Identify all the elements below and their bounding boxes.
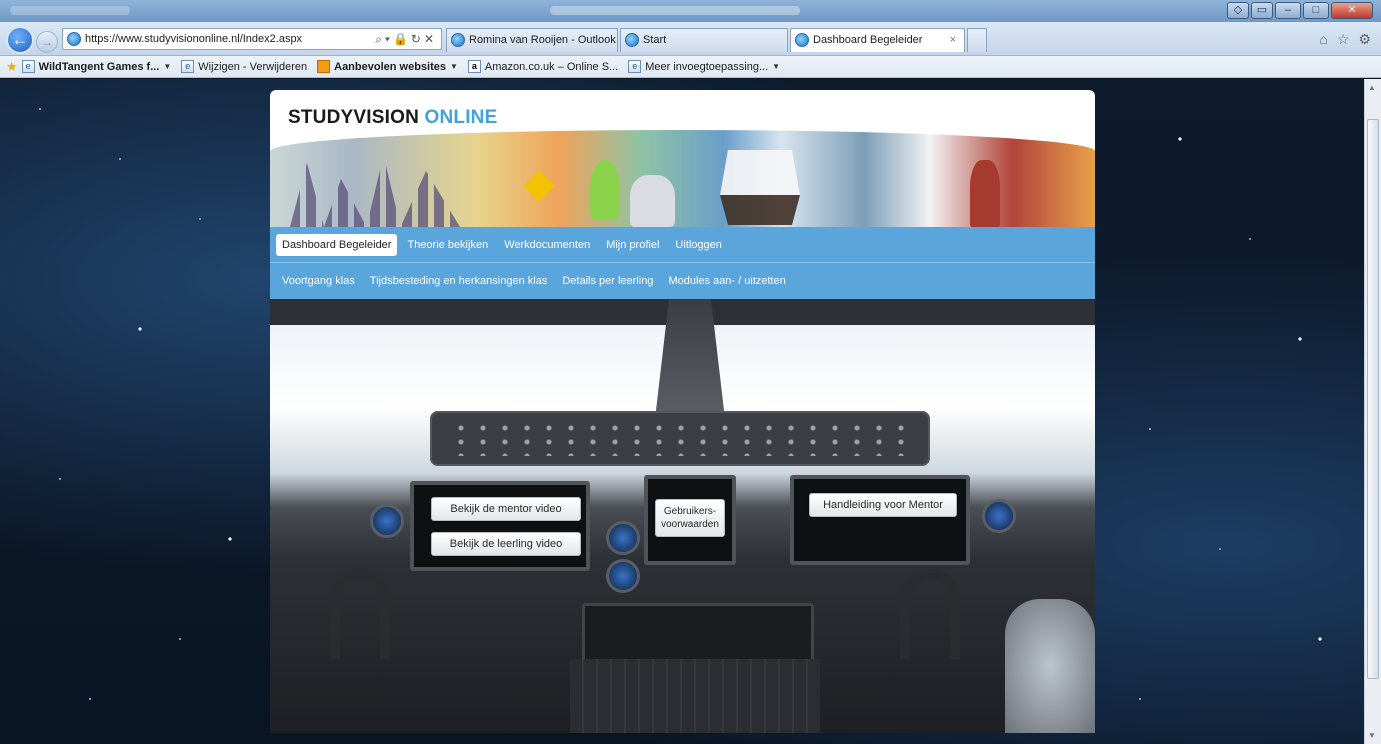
tab-outlook[interactable]: Romina van Rooijen - Outlook ...: [446, 28, 618, 52]
home-icon[interactable]: ⌂: [1319, 31, 1327, 48]
tab-title: Dashboard Begeleider: [813, 34, 923, 46]
window-titlebar: ◇ ▭ – □ ✕: [0, 0, 1381, 22]
favorites-star-icon[interactable]: ☆: [1337, 31, 1350, 48]
address-tools[interactable]: ⌕▾🔒↻✕: [375, 29, 437, 49]
scroll-up-arrow-icon[interactable]: ▲: [1368, 83, 1376, 92]
tab-title: Romina van Rooijen - Outlook ...: [469, 34, 618, 46]
fav-label: Wijzigen - Verwijderen: [198, 60, 308, 73]
fav-label: Aanbevolen websites: [334, 60, 446, 73]
nav-werkdocumenten[interactable]: Werkdocumenten: [498, 234, 596, 256]
pilot-seat: [1005, 599, 1095, 733]
right-yoke: [900, 569, 960, 659]
favorites-bar: ★ e WildTangent Games f... ▼ e Wijzigen …: [0, 56, 1381, 78]
tab-start[interactable]: Start: [620, 28, 788, 52]
browser-navigation-bar: ← → https://www.studyvisiononline.nl/Ind…: [0, 22, 1381, 56]
nav-theorie-bekijken[interactable]: Theorie bekijken: [401, 234, 494, 256]
left-gauge-icon: [370, 504, 404, 538]
ie-page-icon: [625, 33, 639, 47]
favorites-add-icon[interactable]: ★: [6, 59, 18, 75]
leerling-video-button[interactable]: Bekijk de leerling video: [431, 532, 581, 556]
handleiding-mentor-button[interactable]: Handleiding voor Mentor: [809, 493, 957, 517]
sailing-ship-graphic: [720, 150, 800, 225]
alien-graphic: [590, 160, 620, 220]
header-banner-image: [270, 130, 1095, 227]
left-yoke: [330, 569, 390, 659]
new-tab-button[interactable]: [967, 28, 987, 52]
tab-title: Start: [643, 34, 667, 46]
nav-dashboard-begeleider[interactable]: Dashboard Begeleider: [276, 233, 398, 256]
altimeter-gauge-icon: [606, 559, 640, 593]
window-controls: ◇ ▭ – □ ✕: [1227, 2, 1373, 19]
fav-wildtangent[interactable]: e WildTangent Games f... ▼: [21, 60, 172, 73]
left-display-screen: [410, 481, 590, 571]
secondary-navigation: Voortgang klas Tijdsbesteding en herkans…: [270, 263, 1095, 299]
ie-page-icon: [795, 33, 809, 47]
page-icon: e: [628, 60, 642, 73]
logo-main: STUDYVISION: [288, 107, 419, 128]
nav-modules-aan-uit[interactable]: Modules aan- / uitzetten: [662, 270, 791, 292]
suggested-sites-icon: [317, 60, 331, 73]
nav-tijdsbesteding[interactable]: Tijdsbesteding en herkansingen klas: [364, 270, 554, 292]
nav-voortgang-klas[interactable]: Voortgang klas: [276, 270, 361, 292]
right-display-screen: [790, 475, 970, 565]
chevron-down-icon: ▼: [772, 62, 781, 71]
back-arrow-icon[interactable]: ←: [6, 26, 34, 54]
amazon-icon: a: [467, 60, 481, 73]
lower-center-screen: [582, 603, 814, 663]
page-icon: e: [21, 60, 35, 73]
mentor-video-button[interactable]: Bekijk de mentor video: [431, 497, 581, 521]
throttle-console: [570, 659, 820, 733]
fav-label: Meer invoegtoepassing...: [645, 60, 769, 73]
nav-uitloggen[interactable]: Uitloggen: [669, 234, 727, 256]
page-viewport: STUDYVISION ONLINE Dashboard Begeleider …: [0, 79, 1364, 744]
minimize-button[interactable]: –: [1275, 2, 1301, 19]
cockpit-image: Bekijk de mentor video Bekijk de leerlin…: [270, 299, 1095, 733]
attitude-gauge-icon: [606, 521, 640, 555]
fav-meer[interactable]: e Meer invoegtoepassing... ▼: [628, 60, 780, 73]
robot-graphic: [630, 175, 675, 227]
chevron-down-icon: ▼: [450, 62, 458, 71]
gear-icon[interactable]: ⚙: [1358, 31, 1371, 48]
close-button[interactable]: ✕: [1331, 2, 1373, 19]
window-title: [550, 6, 800, 15]
tab-close-icon[interactable]: ×: [950, 29, 956, 51]
fav-aanbevolen[interactable]: Aanbevolen websites ▼: [317, 60, 458, 73]
fav-label: Amazon.co.uk – Online S...: [484, 60, 619, 73]
titlebar-quick-access: [10, 6, 130, 15]
pirate-graphic: [970, 160, 1000, 227]
tab-dashboard[interactable]: Dashboard Begeleider ×: [790, 28, 965, 52]
warning-sign-graphic: [523, 170, 555, 202]
vertical-scrollbar[interactable]: ▲ ▼: [1364, 79, 1381, 744]
page-icon: e: [181, 60, 195, 73]
browser-tools: ⌂ ☆ ⚙: [1319, 31, 1371, 48]
scroll-down-arrow-icon[interactable]: ▼: [1368, 731, 1376, 740]
gebruikersvoorwaarden-button[interactable]: Gebruikers-voorwaarden: [655, 499, 725, 537]
right-gauge-icon: [982, 499, 1016, 533]
instrument-knobs: [450, 421, 910, 456]
forward-arrow-icon[interactable]: →: [36, 31, 58, 53]
fav-amazon[interactable]: a Amazon.co.uk – Online S...: [467, 60, 619, 73]
ie-page-icon: [451, 33, 465, 47]
maximize-button[interactable]: □: [1303, 2, 1329, 19]
fav-label: WildTangent Games f...: [38, 60, 160, 73]
primary-navigation: Dashboard Begeleider Theorie bekijken We…: [270, 227, 1095, 263]
nav-details-per-leerling[interactable]: Details per leerling: [556, 270, 659, 292]
address-bar[interactable]: https://www.studyvisiononline.nl/Index2.…: [62, 28, 442, 50]
restore-tab-icon[interactable]: ▭: [1251, 2, 1273, 19]
fav-wijzigen[interactable]: e Wijzigen - Verwijderen: [181, 60, 307, 73]
scroll-thumb[interactable]: [1367, 119, 1379, 679]
compatibility-icon[interactable]: ◇: [1227, 2, 1249, 19]
logo-accent: ONLINE: [424, 107, 498, 128]
site-container: STUDYVISION ONLINE Dashboard Begeleider …: [270, 90, 1095, 733]
address-url: https://www.studyvisiononline.nl/Index2.…: [85, 33, 303, 45]
ie-page-icon: [67, 32, 81, 46]
nav-mijn-profiel[interactable]: Mijn profiel: [600, 234, 665, 256]
city-towers-graphic: [290, 155, 460, 227]
site-logo[interactable]: STUDYVISION ONLINE: [288, 107, 497, 129]
chevron-down-icon: ▼: [163, 62, 172, 71]
